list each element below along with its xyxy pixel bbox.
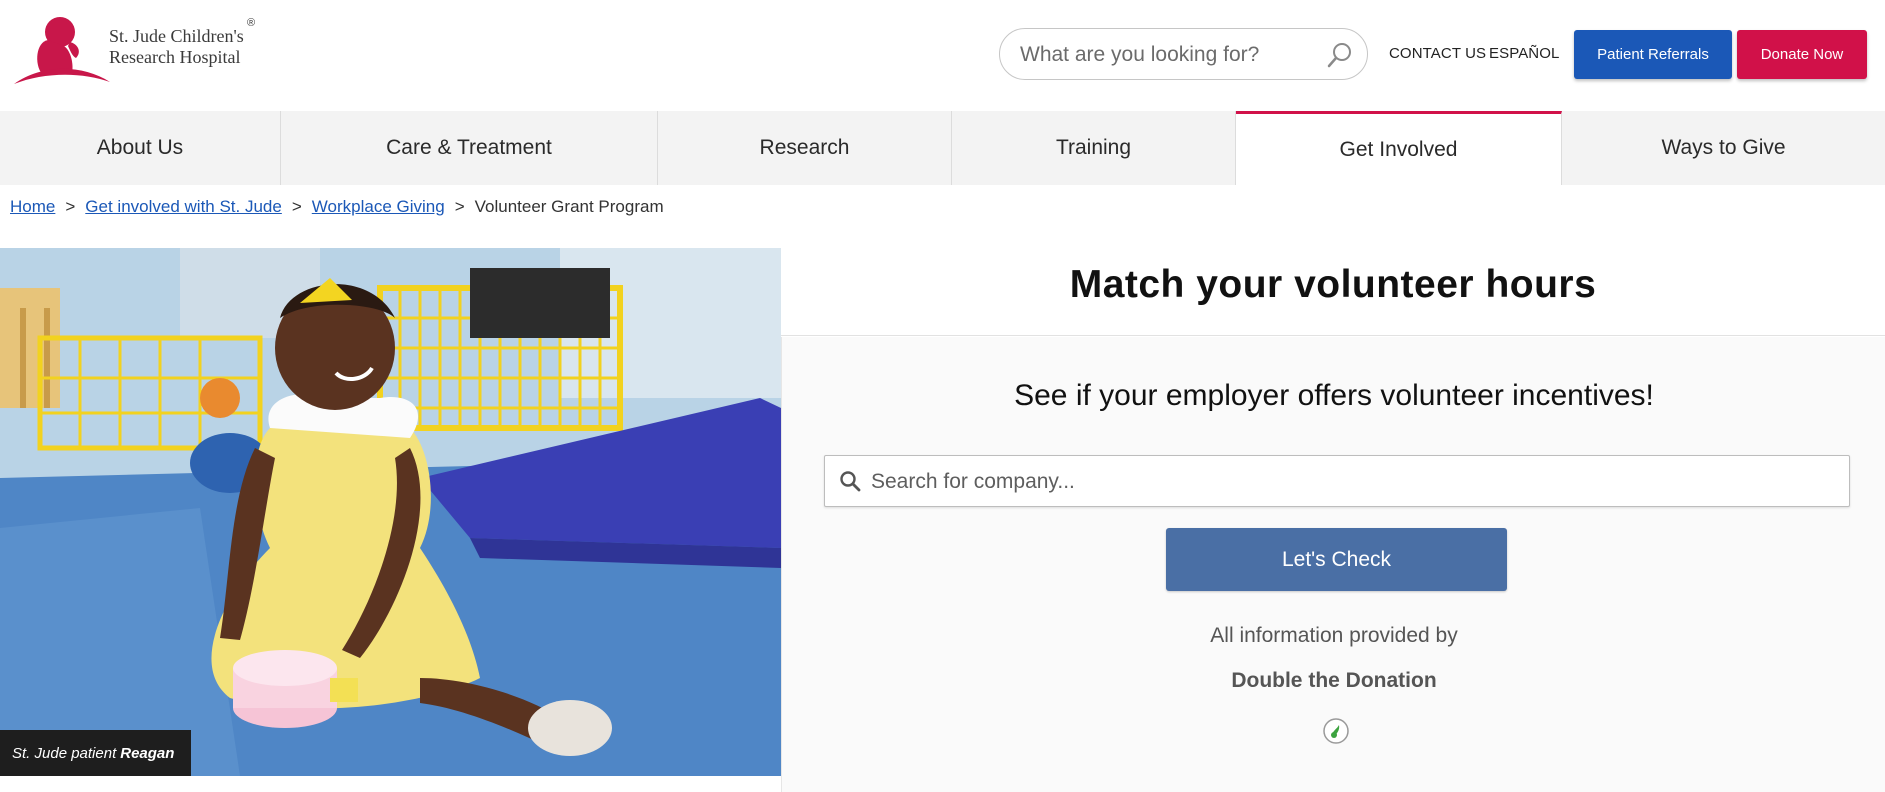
search-icon[interactable] [1326, 41, 1354, 69]
contact-us-link[interactable]: CONTACT US [1389, 45, 1486, 62]
site-search-input[interactable] [1020, 42, 1310, 68]
info-provided-by: All information provided by [1210, 624, 1458, 647]
logo-line-1: St. Jude Children's [109, 26, 244, 46]
nav-item-care-treatment[interactable]: Care & Treatment [281, 111, 658, 185]
nav-item-training[interactable]: Training [952, 111, 1236, 185]
breadcrumb-get-involved[interactable]: Get involved with St. Jude [85, 197, 282, 217]
breadcrumb: Home > Get involved with St. Jude > Work… [10, 196, 664, 218]
main-nav: About Us Care & Treatment Research Train… [0, 111, 1885, 185]
breadcrumb-separator: > [291, 197, 302, 216]
page-title: Match your volunteer hours [781, 248, 1885, 336]
breadcrumb-current: Volunteer Grant Program [474, 197, 664, 216]
site-header: St. Jude Children's Research Hospital ® … [0, 0, 1885, 111]
st-jude-child-logo-icon [14, 17, 110, 84]
search-icon [840, 471, 861, 492]
widget-subtitle: See if your employer offers volunteer in… [1014, 379, 1654, 412]
company-search [824, 455, 1850, 507]
registered-mark: ® [247, 17, 256, 29]
breadcrumb-workplace-giving[interactable]: Workplace Giving [312, 197, 445, 217]
logo-text: St. Jude Children's Research Hospital [109, 26, 244, 68]
breadcrumb-separator: > [454, 197, 465, 216]
caption-name: Reagan [120, 744, 175, 762]
patient-photo-illustration [0, 248, 781, 776]
breadcrumb-separator: > [65, 197, 76, 216]
lets-check-button[interactable]: Let's Check [1166, 528, 1507, 591]
hero-photo [0, 248, 781, 776]
photo-caption: St. Jude patient Reagan [0, 730, 191, 776]
double-the-donation-logo-icon[interactable] [1322, 717, 1350, 745]
patient-referrals-button[interactable]: Patient Referrals [1574, 30, 1732, 79]
site-search [999, 28, 1368, 80]
st-jude-logo[interactable]: St. Jude Children's Research Hospital ® [12, 12, 272, 88]
donate-now-button[interactable]: Donate Now [1737, 30, 1867, 79]
double-the-donation-brand[interactable]: Double the Donation [782, 669, 1885, 693]
logo-line-2: Research Hospital [109, 47, 241, 67]
nav-item-get-involved[interactable]: Get Involved [1236, 111, 1562, 185]
employer-match-widget: See if your employer offers volunteer in… [781, 337, 1885, 792]
caption-prefix: St. Jude patient [12, 744, 117, 762]
espanol-link[interactable]: ESPAÑOL [1489, 45, 1559, 62]
breadcrumb-home[interactable]: Home [10, 197, 55, 217]
nav-item-about-us[interactable]: About Us [0, 111, 281, 185]
nav-item-research[interactable]: Research [658, 111, 952, 185]
nav-item-ways-to-give[interactable]: Ways to Give [1562, 111, 1885, 185]
company-search-input[interactable] [871, 468, 1831, 496]
